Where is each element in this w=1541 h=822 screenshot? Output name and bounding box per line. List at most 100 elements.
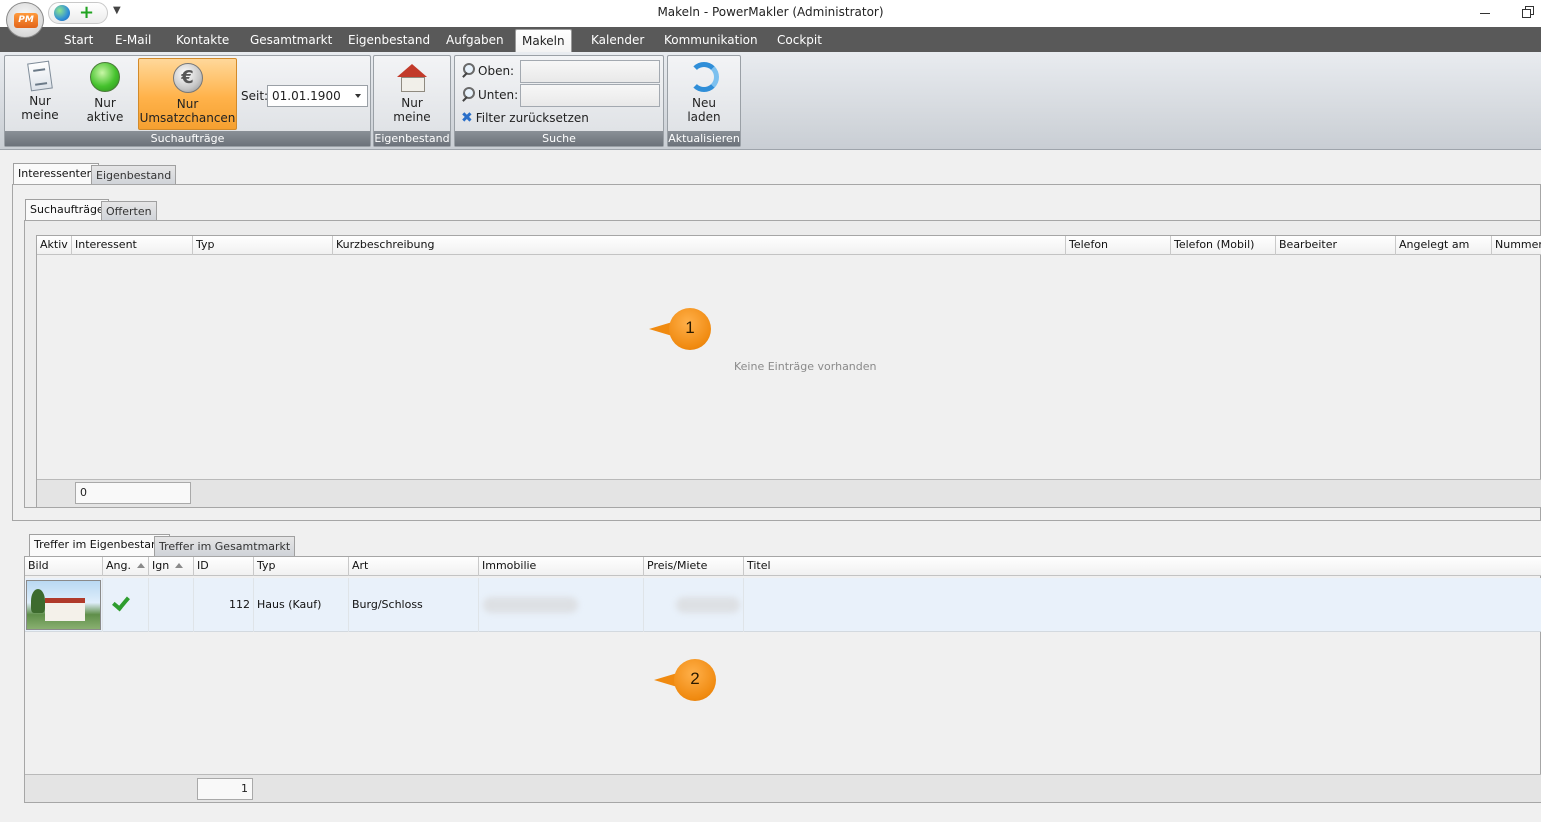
cell-typ: Haus (Kauf)	[254, 578, 349, 632]
tab-kommunikation[interactable]: Kommunikation	[658, 29, 764, 52]
row-count: 0	[75, 482, 191, 504]
tab-suchauftraege[interactable]: Suchaufträge	[25, 199, 109, 221]
nur-aktive-button[interactable]: Nur aktive	[77, 58, 133, 130]
col-bild[interactable]: Bild	[25, 557, 103, 576]
filter-reset-button[interactable]: ✖ Filter zurücksetzen	[461, 107, 589, 129]
close-icon: ✖	[461, 110, 473, 126]
tab-aufgaben[interactable]: Aufgaben	[440, 29, 510, 52]
unten-search-input[interactable]	[520, 84, 660, 107]
col-ign[interactable]: Ign	[149, 557, 194, 576]
filter-reset-label: Filter zurücksetzen	[475, 111, 589, 125]
refresh-icon	[689, 62, 719, 92]
tab-makeln[interactable]: Makeln	[515, 29, 572, 52]
seit-date-value: 01.01.1900	[272, 89, 341, 103]
unten-row: Unten:	[461, 84, 518, 106]
grid-header: Bild Ang. Ign ID Typ Art Immobilie Preis…	[25, 557, 1541, 576]
cell-preis-miete	[644, 578, 744, 632]
col-art[interactable]: Art	[349, 557, 479, 576]
group-label-aktualisieren: Aktualisieren	[668, 131, 740, 146]
table-row[interactable]: 112 Haus (Kauf) Burg/Schloss	[25, 578, 1541, 632]
tab-kalender[interactable]: Kalender	[585, 29, 650, 52]
cell-immobilie	[479, 578, 644, 632]
col-angelegt-am[interactable]: Angelegt am	[1396, 236, 1492, 255]
checkmark-icon	[112, 592, 130, 612]
cell-bild	[25, 578, 103, 632]
group-aktualisieren: Neu laden Aktualisieren	[667, 55, 741, 147]
col-ang[interactable]: Ang.	[103, 557, 149, 576]
col-aktiv[interactable]: Aktiv	[37, 236, 72, 255]
redacted-text	[676, 597, 740, 613]
group-suchauftraege: Nur meine Nur aktive € Nur Umsatzchancen…	[4, 55, 371, 147]
app-logo: PM	[14, 13, 38, 28]
tab-cockpit[interactable]: Cockpit	[771, 29, 828, 52]
seit-date-select[interactable]: 01.01.1900	[267, 85, 368, 107]
cell-id: 112	[194, 578, 254, 632]
col-preis-miete[interactable]: Preis/Miete	[644, 557, 744, 576]
group-label-suchauftraege: Suchaufträge	[5, 131, 370, 146]
callout-marker-1: 1	[649, 308, 711, 350]
search-icon	[461, 87, 475, 101]
ribbon: Nur meine Nur aktive € Nur Umsatzchancen…	[0, 52, 1541, 150]
tab-treffer-eigenbestand[interactable]: Treffer im Eigenbestand	[29, 534, 171, 556]
tab-eigenbestand-view[interactable]: Eigenbestand	[91, 165, 177, 186]
callout-number: 1	[685, 318, 695, 337]
treffer-grid: Bild Ang. Ign ID Typ Art Immobilie Preis…	[24, 556, 1541, 803]
tab-offerten[interactable]: Offerten	[101, 201, 157, 222]
search-icon	[461, 63, 475, 77]
chevron-down-icon[interactable]	[355, 94, 361, 98]
col-telefon-mobil[interactable]: Telefon (Mobil)	[1171, 236, 1276, 255]
col-bearbeiter[interactable]: Bearbeiter	[1276, 236, 1396, 255]
group-label-eigenbestand: Eigenbestand	[374, 131, 450, 146]
row-count: 1	[197, 778, 253, 800]
minimize-icon[interactable]	[1478, 6, 1492, 18]
col-nummer[interactable]: Nummer	[1492, 236, 1541, 255]
application-menu-button[interactable]: PM	[6, 2, 44, 38]
unten-label: Unten:	[478, 88, 519, 102]
euro-icon: €	[172, 63, 203, 93]
col-titel[interactable]: Titel	[744, 557, 1541, 576]
col-interessent[interactable]: Interessent	[72, 236, 193, 255]
tab-email[interactable]: E-Mail	[109, 29, 157, 52]
sort-up-icon	[175, 563, 184, 568]
cell-ang	[103, 578, 149, 632]
tab-eigenbestand[interactable]: Eigenbestand	[342, 29, 436, 52]
property-photo	[26, 580, 101, 630]
col-telefon[interactable]: Telefon	[1066, 236, 1171, 255]
col-kurzbeschreibung[interactable]: Kurzbeschreibung	[333, 236, 1066, 255]
house-icon	[395, 62, 429, 92]
tab-start[interactable]: Start	[58, 29, 99, 52]
tab-gesamtmarkt[interactable]: Gesamtmarkt	[244, 29, 338, 52]
sort-up-icon	[136, 563, 145, 568]
neu-laden-button[interactable]: Neu laden	[676, 58, 732, 130]
tab-treffer-gesamtmarkt[interactable]: Treffer im Gesamtmarkt	[154, 536, 296, 557]
title-bar: + ▼ Makeln - PowerMakler (Administrator)	[0, 0, 1541, 27]
cell-art: Burg/Schloss	[349, 578, 479, 632]
callout-marker-2: 2	[654, 659, 716, 701]
ribbon-tab-bar: Start E-Mail Kontakte Gesamtmarkt Eigenb…	[0, 27, 1541, 52]
nur-meine-button[interactable]: Nur meine	[11, 58, 69, 130]
col-id[interactable]: ID	[194, 557, 254, 576]
redacted-text	[483, 597, 578, 613]
callout-number: 2	[690, 669, 700, 688]
document-icon	[27, 60, 53, 92]
oben-row: Oben:	[461, 60, 514, 82]
empty-message: Keine Einträge vorhanden	[734, 360, 877, 373]
nur-umsatzchancen-button[interactable]: € Nur Umsatzchancen	[138, 58, 237, 130]
group-label-suche: Suche	[455, 131, 663, 146]
window-title: Makeln - PowerMakler (Administrator)	[657, 5, 884, 19]
cell-ign	[149, 578, 194, 632]
col-typ[interactable]: Typ	[254, 557, 349, 576]
grid-header: Aktiv Interessent Typ Kurzbeschreibung T…	[37, 236, 1541, 255]
green-light-icon	[90, 62, 120, 92]
group-suche: Oben: Unten: ✖ Filter zurücksetzen Suche	[454, 55, 664, 147]
tab-kontakte[interactable]: Kontakte	[170, 29, 235, 52]
restore-icon[interactable]	[1522, 6, 1534, 18]
cell-titel	[744, 578, 1541, 632]
grid-footer: 0	[37, 479, 1541, 507]
col-typ[interactable]: Typ	[193, 236, 333, 255]
col-immobilie[interactable]: Immobilie	[479, 557, 644, 576]
tab-interessenten[interactable]: Interessenten	[13, 163, 99, 185]
eigenbestand-nur-meine-button[interactable]: Nur meine	[382, 58, 442, 130]
oben-search-input[interactable]	[520, 60, 660, 83]
grid-footer: 1	[25, 774, 1541, 802]
